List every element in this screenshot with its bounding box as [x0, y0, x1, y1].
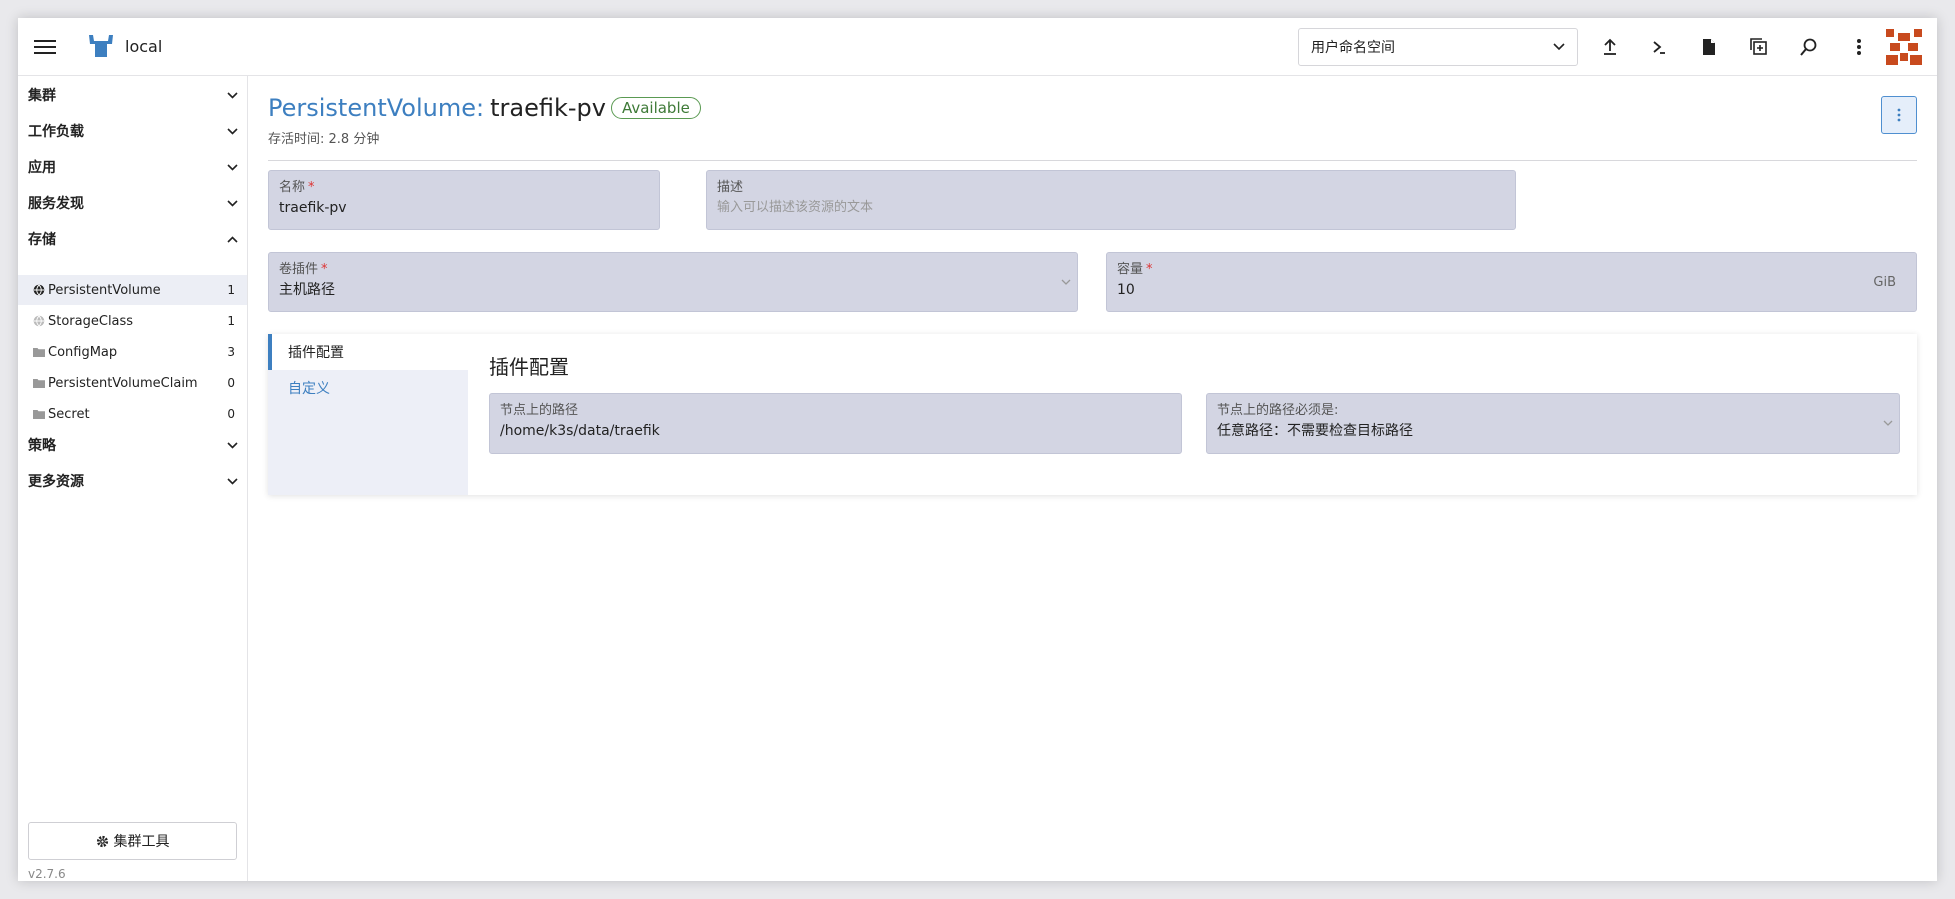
description-field[interactable]: 描述 输入可以描述该资源的文本 [706, 170, 1516, 230]
path-type-label: 节点上的路径必须是: [1217, 403, 1339, 418]
globe-icon [32, 315, 45, 328]
sidebar-group-label: 服务发现 [28, 196, 84, 212]
version-label: v2.7.6 [28, 867, 66, 881]
chevron-down-icon [227, 91, 238, 99]
side-tabs: 插件配置 自定义 [268, 334, 468, 495]
status-badge: Available [610, 97, 701, 119]
capacity-field-value[interactable]: 10 [1117, 281, 1906, 299]
name-field-label: 名称 * [279, 180, 315, 195]
sidebar-group-policy[interactable]: 策略 [28, 434, 238, 456]
tab-plugin-config[interactable]: 插件配置 [268, 334, 468, 370]
file-icon[interactable] [1697, 35, 1721, 59]
sidebar-group-workloads[interactable]: 工作负载 [28, 120, 238, 142]
resource-name: traefik-pv [490, 94, 606, 122]
more-vertical-icon [1897, 108, 1901, 122]
chevron-down-icon [227, 163, 238, 171]
terminal-icon[interactable] [1647, 35, 1671, 59]
menu-icon[interactable] [34, 36, 56, 56]
sidebar-item-configmap[interactable]: ConfigMap 3 [18, 337, 247, 367]
name-field[interactable]: 名称 * traefik-pv [268, 170, 660, 230]
globe-icon [32, 284, 45, 297]
chevron-down-icon [227, 441, 238, 449]
cluster-tools-button[interactable]: 集群工具 [28, 822, 237, 860]
sidebar-item-count: 3 [227, 345, 235, 359]
sidebar-group-label: 集群 [28, 88, 56, 104]
folder-icon [32, 346, 45, 359]
folder-icon [32, 377, 45, 390]
volume-plugin-select[interactable]: 卷插件 * 主机路径 [268, 252, 1078, 312]
cluster-name[interactable]: local [125, 37, 162, 56]
resource-age: 存活时间: 2.8 分钟 [268, 132, 380, 147]
volume-plugin-value: 主机路径 [279, 282, 335, 298]
folder-icon [32, 408, 45, 421]
actions-menu-button[interactable] [1881, 96, 1917, 134]
namespace-select-value: 用户命名空间 [1311, 40, 1395, 56]
chevron-down-icon [227, 127, 238, 135]
chevron-down-icon [227, 199, 238, 207]
sidebar-item-persistentvolumeclaim[interactable]: PersistentVolumeClaim 0 [18, 368, 247, 398]
sidebar-group-label: 更多资源 [28, 474, 84, 490]
namespace-select[interactable]: 用户命名空间 [1298, 28, 1578, 66]
section-title: 插件配置 [489, 355, 569, 379]
sidebar-group-label: 存储 [28, 232, 56, 248]
sidebar-item-persistentvolume[interactable]: PersistentVolume 1 [18, 275, 247, 305]
sidebar: 集群 工作负载 应用 服务发现 存储 PersistentVolume 1 St… [18, 76, 248, 881]
description-field-placeholder[interactable]: 输入可以描述该资源的文本 [717, 199, 1505, 217]
sidebar-group-label: 应用 [28, 160, 56, 176]
sidebar-item-count: 0 [227, 376, 235, 390]
volume-plugin-label: 卷插件 * [279, 262, 328, 277]
node-path-value[interactable]: /home/k3s/data/traefik [500, 422, 1171, 440]
page-title: PersistentVolume: traefik-pv Available [268, 94, 701, 122]
sidebar-group-storage[interactable]: 存储 [28, 228, 238, 250]
sidebar-item-label: Secret [48, 406, 90, 422]
sidebar-group-apps[interactable]: 应用 [28, 156, 238, 178]
sidebar-group-label: 策略 [28, 438, 56, 454]
chevron-up-icon [227, 235, 238, 243]
sidebar-group-more-resources[interactable]: 更多资源 [28, 470, 238, 492]
app-window: local 用户命名空间 集群 工作负载 应用 服务发现 存储 Persiste… [18, 18, 1937, 881]
avatar[interactable] [1886, 29, 1922, 65]
path-type-select[interactable]: 节点上的路径必须是: 任意路径：不需要检查目标路径 [1206, 393, 1900, 454]
chevron-down-icon [1883, 420, 1893, 426]
gear-icon [96, 835, 108, 847]
search-icon[interactable] [1797, 35, 1821, 59]
sidebar-item-label: StorageClass [48, 313, 134, 329]
upload-icon[interactable] [1598, 35, 1622, 59]
sidebar-group-cluster[interactable]: 集群 [28, 84, 238, 106]
node-path-label: 节点上的路径 [500, 403, 579, 418]
sidebar-item-secret[interactable]: Secret 0 [18, 399, 247, 429]
sidebar-group-service-discovery[interactable]: 服务发现 [28, 192, 238, 214]
chevron-down-icon [227, 477, 238, 485]
capacity-field-label: 容量 * [1117, 262, 1153, 277]
sidebar-item-label: PersistentVolumeClaim [48, 375, 198, 391]
name-field-value[interactable]: traefik-pv [279, 199, 649, 217]
sidebar-item-count: 1 [227, 283, 235, 297]
chevron-down-icon [1553, 43, 1565, 51]
sidebar-item-count: 1 [227, 314, 235, 328]
plugin-config-panel: 插件配置 自定义 插件配置 节点上的路径 /home/k3s/data/trae… [268, 334, 1917, 495]
main-content: PersistentVolume: traefik-pv Available 存… [248, 76, 1937, 881]
capacity-field[interactable]: 容量 * 10 GiB [1106, 252, 1917, 312]
divider [268, 160, 1917, 161]
capacity-unit: GiB [1873, 275, 1896, 290]
sidebar-item-storageclass[interactable]: StorageClass 1 [18, 306, 247, 336]
chevron-down-icon [1061, 279, 1071, 285]
cluster-logo-icon [89, 35, 113, 57]
tab-customize[interactable]: 自定义 [268, 370, 468, 406]
sidebar-group-label: 工作负载 [28, 124, 84, 140]
copy-config-icon[interactable] [1747, 35, 1771, 59]
path-type-value: 任意路径：不需要检查目标路径 [1217, 423, 1413, 439]
sidebar-item-label: ConfigMap [48, 344, 118, 360]
cluster-tools-label: 集群工具 [113, 834, 170, 850]
node-path-field[interactable]: 节点上的路径 /home/k3s/data/traefik [489, 393, 1182, 454]
sidebar-item-count: 0 [227, 407, 235, 421]
top-header: local 用户命名空间 [18, 18, 1937, 76]
sidebar-item-label: PersistentVolume [48, 282, 161, 298]
more-vertical-icon[interactable] [1847, 35, 1871, 59]
resource-kind-link[interactable]: PersistentVolume: [268, 94, 484, 122]
description-field-label: 描述 [717, 180, 744, 195]
